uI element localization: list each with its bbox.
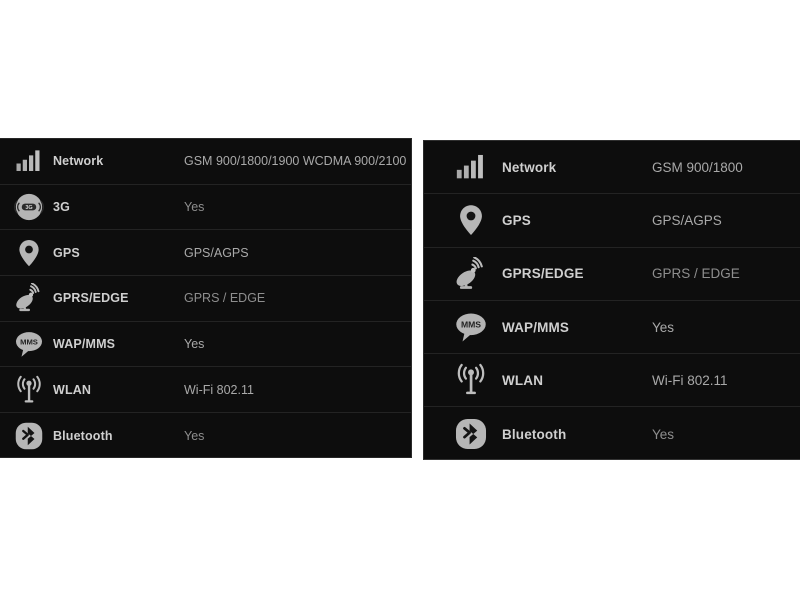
- spec-row: MMS WAP/MMS Yes: [0, 322, 411, 368]
- spec-row-label: GPRS/EDGE: [53, 291, 129, 306]
- spec-row-label: GPRS/EDGE: [502, 266, 584, 282]
- satellite-dish-icon: [454, 256, 488, 291]
- spec-row: Network GSM 900/1800: [424, 141, 800, 195]
- spec-row-value: GSM 900/1800: [652, 159, 743, 175]
- spec-row-value: GPS/AGPS: [184, 245, 249, 260]
- spec-row: WLAN Wi-Fi 802.11: [424, 354, 800, 408]
- phone-specs-panel-right: Network GSM 900/1800 GPS GPS/AGPS GPRS/EDG…: [423, 140, 800, 460]
- spec-row-label: GPS: [53, 245, 80, 260]
- spec-row-value: Yes: [652, 426, 675, 442]
- spec-row-value: GPRS / EDGE: [184, 291, 266, 306]
- svg-text:3G: 3G: [25, 205, 32, 211]
- spec-row-label: WLAN: [53, 382, 92, 397]
- spec-row-label: GPS: [502, 212, 531, 228]
- spec-row: MMS WAP/MMS Yes: [424, 301, 800, 355]
- spec-row-value: Yes: [184, 428, 205, 443]
- spec-row-value: GPRS / EDGE: [652, 266, 740, 282]
- spec-row: Network GSM 900/1800/1900 WCDMA 900/2100: [0, 139, 411, 185]
- svg-text:MMS: MMS: [461, 320, 481, 330]
- mms-bubble-icon: MMS: [454, 310, 488, 344]
- mms-bubble-icon: MMS: [14, 329, 44, 359]
- spec-row-value: Yes: [184, 200, 205, 215]
- spec-row-label: WLAN: [502, 372, 544, 388]
- gps-pin-icon: [14, 238, 44, 268]
- spec-row-value: Yes: [652, 319, 675, 335]
- spec-row: Bluetooth Yes: [0, 413, 411, 457]
- spec-row: GPS GPS/AGPS: [0, 230, 411, 277]
- spec-row-value: GPS/AGPS: [652, 212, 722, 228]
- spec-row-label: WAP/MMS: [502, 319, 570, 335]
- spec-row: WLAN Wi-Fi 802.11: [0, 367, 411, 414]
- spec-row-value: Wi-Fi 802.11: [652, 372, 728, 388]
- spec-row-value: GSM 900/1800/1900 WCDMA 900/2100: [184, 154, 407, 169]
- wlan-antenna-icon: [14, 375, 44, 405]
- spec-row-label: Bluetooth: [502, 426, 567, 442]
- spec-row-value: Wi-Fi 802.11: [184, 382, 254, 397]
- gps-pin-icon: [454, 203, 488, 237]
- spec-row: GPRS/EDGE GPRS / EDGE: [424, 248, 800, 301]
- spec-row-label: Bluetooth: [53, 428, 113, 443]
- spec-row: GPS GPS/AGPS: [424, 194, 800, 248]
- signal-bars-icon: [454, 150, 488, 184]
- spec-row-label: Network: [53, 154, 104, 169]
- spec-row: Bluetooth Yes: [424, 407, 800, 459]
- signal-bars-icon: [14, 146, 44, 176]
- spec-row-value: Yes: [184, 337, 205, 352]
- spec-row-label: Network: [502, 159, 557, 175]
- svg-text:MMS: MMS: [20, 338, 38, 347]
- wlan-antenna-icon: [454, 363, 488, 397]
- satellite-dish-icon: [14, 283, 44, 313]
- phone-specs-panel-left: Network GSM 900/1800/1900 WCDMA 900/2100 …: [0, 138, 412, 458]
- three-g-badge-icon: 3G: [14, 192, 44, 222]
- spec-row-label: WAP/MMS: [53, 337, 116, 352]
- bluetooth-badge-icon: [14, 421, 44, 451]
- spec-row: GPRS/EDGE GPRS / EDGE: [0, 276, 411, 322]
- bluetooth-badge-icon: [454, 417, 488, 451]
- spec-row-label: 3G: [53, 200, 70, 215]
- spec-row: 3G 3G Yes: [0, 185, 411, 231]
